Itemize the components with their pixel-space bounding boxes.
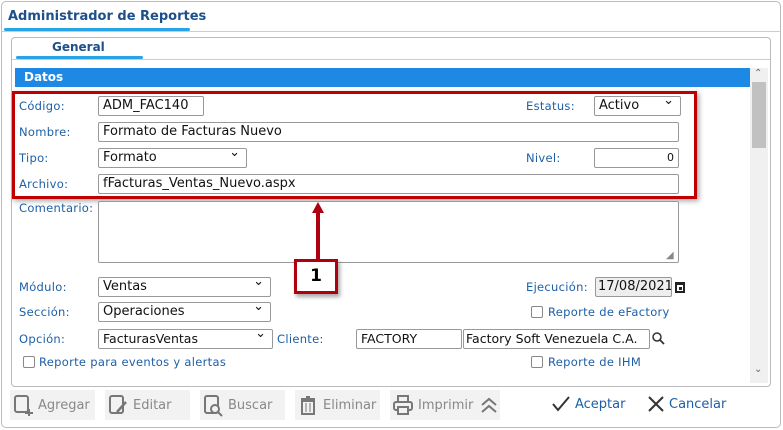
- opcion-value: FacturasVentas: [103, 331, 198, 346]
- trash-icon: [301, 396, 315, 415]
- scroll-up-icon[interactable]: ⌃: [754, 68, 762, 79]
- check-icon: [552, 396, 570, 412]
- printer-icon: [393, 395, 413, 415]
- chevron-double-up-icon: [480, 397, 497, 413]
- reporte-eventos-label: Reporte para eventos y alertas: [39, 355, 227, 369]
- comentario-label: Comentario:: [19, 201, 94, 215]
- cliente-name-input[interactable]: Factory Soft Venezuela C.A.: [463, 329, 650, 349]
- modulo-value: Ventas: [103, 279, 147, 294]
- buscar-button[interactable]: Buscar: [200, 390, 285, 420]
- scroll-down-icon[interactable]: ⌄: [754, 364, 762, 375]
- reporte-ihm-label: Reporte de IHM: [548, 355, 642, 369]
- modulo-label: Módulo:: [19, 280, 67, 294]
- cancelar-label: Cancelar: [669, 396, 727, 412]
- editar-label: Editar: [133, 397, 172, 413]
- add-icon: [14, 395, 33, 416]
- reporte-eventos-checkbox[interactable]: [23, 356, 35, 368]
- aceptar-button[interactable]: Aceptar: [552, 396, 625, 412]
- imprimir-label: Imprimir: [418, 397, 474, 413]
- reporte-efactory-checkbox[interactable]: [531, 306, 543, 318]
- modulo-select[interactable]: Ventas: [98, 277, 271, 297]
- cliente-code-input[interactable]: FACTORY: [356, 329, 462, 349]
- search-doc-icon: [204, 395, 223, 417]
- divider: [1, 31, 781, 32]
- edit-icon: [109, 395, 127, 414]
- calendar-icon[interactable]: [674, 280, 686, 294]
- ejecucion-label: Ejecución:: [526, 280, 588, 294]
- divider: [12, 59, 770, 60]
- agregar-label: Agregar: [38, 397, 90, 413]
- window-title[interactable]: Administrador de Reportes: [8, 9, 206, 24]
- collapse-button[interactable]: [475, 390, 500, 420]
- opcion-label: Opción:: [19, 332, 66, 346]
- cancelar-button[interactable]: Cancelar: [648, 396, 726, 412]
- buscar-label: Buscar: [228, 397, 273, 413]
- eliminar-label: Eliminar: [323, 397, 377, 413]
- seccion-select[interactable]: Operaciones: [98, 302, 271, 322]
- cliente-label: Cliente:: [277, 332, 324, 346]
- eliminar-button[interactable]: Eliminar: [295, 390, 380, 420]
- comentario-textarea[interactable]: [98, 201, 679, 263]
- close-icon: [648, 396, 664, 412]
- highlight-box: [12, 91, 697, 199]
- reporte-efactory-label: Reporte de eFactory: [548, 305, 670, 319]
- ejecucion-input[interactable]: 17/08/2021: [595, 277, 672, 297]
- callout-arrow-icon: [312, 202, 324, 262]
- seccion-value: Operaciones: [103, 304, 185, 319]
- section-header-datos: Datos: [15, 68, 751, 87]
- reporte-ihm-checkbox[interactable]: [531, 356, 543, 368]
- callout-badge: 1: [294, 259, 338, 294]
- search-icon[interactable]: [652, 332, 665, 345]
- imprimir-button[interactable]: Imprimir: [390, 390, 475, 420]
- resize-handle-icon[interactable]: ◢: [666, 250, 674, 261]
- agregar-button[interactable]: Agregar: [10, 390, 95, 420]
- editar-button[interactable]: Editar: [105, 390, 190, 420]
- aceptar-label: Aceptar: [575, 396, 626, 412]
- opcion-select[interactable]: FacturasVentas: [98, 329, 273, 349]
- tab-general[interactable]: General: [52, 40, 105, 54]
- seccion-label: Sección:: [19, 305, 70, 319]
- scrollbar-thumb[interactable]: [752, 82, 766, 148]
